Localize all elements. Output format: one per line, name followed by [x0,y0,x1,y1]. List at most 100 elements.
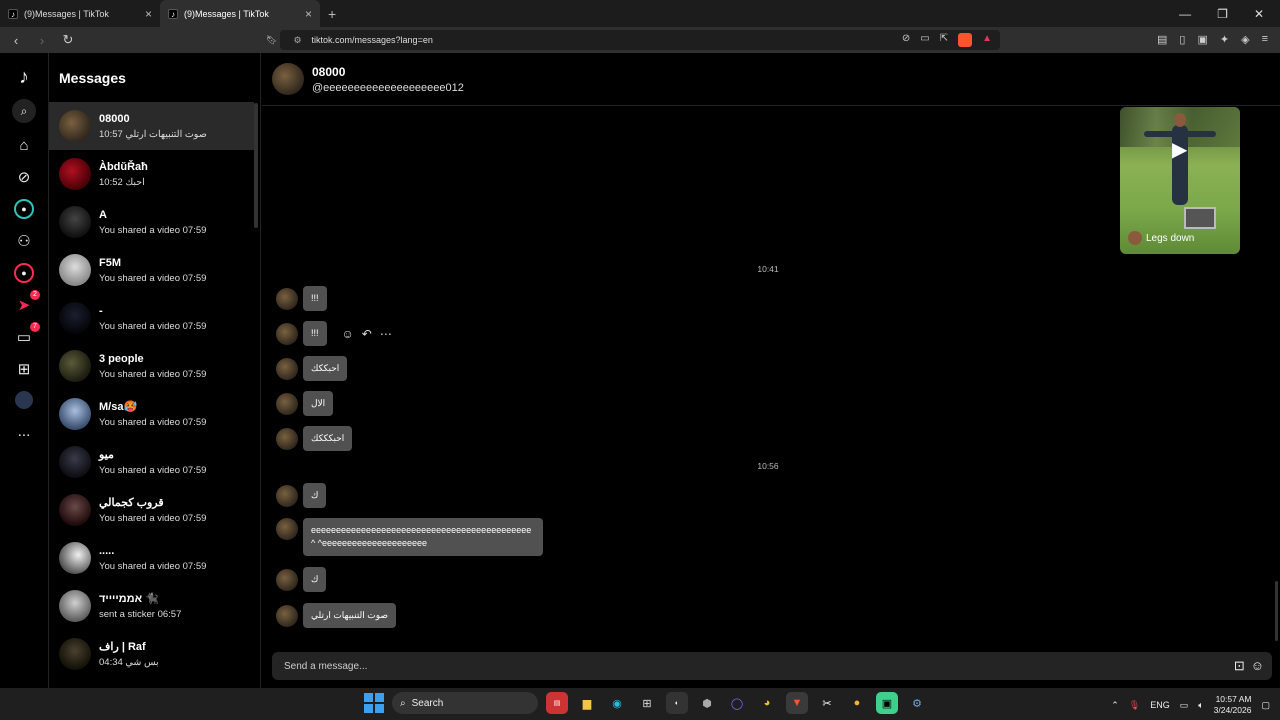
bookmark-icon[interactable]: 🔖︎ [266,35,277,46]
maximize-icon[interactable]: ❐ [1217,7,1228,21]
back-icon[interactable]: ‹ [6,33,26,48]
avatar[interactable] [276,322,298,345]
avatar[interactable] [276,484,298,507]
app-icon[interactable]: ▣ [876,692,898,714]
obs-icon[interactable]: ◯ [726,692,748,714]
avatar[interactable] [276,392,298,415]
store-icon[interactable]: ⊞ [636,692,658,714]
leo-ai-icon[interactable]: ✦ [1220,33,1229,46]
brave-rewards-icon[interactable]: ▲ [982,33,992,47]
app-icon[interactable]: ● [846,692,868,714]
avatar[interactable] [276,427,298,450]
reader-icon[interactable]: ▤ [1157,33,1167,46]
profile-avatar[interactable] [15,391,33,409]
chevron-up-icon[interactable]: ⌃ [1111,700,1119,711]
brave-shield-icon[interactable] [958,33,973,47]
avatar[interactable] [276,357,298,380]
news-app-icon[interactable]: ▤ [546,692,568,714]
image-upload-icon[interactable]: ⊡ [1234,658,1245,674]
forward-icon[interactable]: › [32,33,52,48]
live-icon[interactable]: ● [14,263,34,283]
steam-icon[interactable]: ⚙ [906,692,928,714]
share-icon[interactable]: ⇱ [940,33,948,47]
file-explorer-icon[interactable]: ▆ [576,692,598,714]
react-emoji-icon[interactable]: ☺ [342,327,354,341]
message-bubble[interactable]: احبكككك [303,426,353,451]
message-bubble[interactable]: !!! [303,286,327,311]
message-bubble[interactable]: ك [303,483,327,508]
conversation-item[interactable]: راف | Raf بس شي 04:34 [49,630,260,678]
window-close-icon[interactable]: ✕ [1254,7,1264,21]
vpn-icon[interactable]: ◈ [1241,33,1249,46]
taskbar-search[interactable]: ⌕ Search [392,692,538,714]
minimize-icon[interactable]: — [1179,7,1191,21]
avatar[interactable] [276,604,298,627]
message-bubble[interactable]: احبككك [303,356,348,381]
following-icon[interactable]: ● [14,199,34,219]
conversation-item[interactable]: 3 people You shared a video 07:59 [49,342,260,390]
tab-close-icon[interactable]: × [305,7,312,21]
messages-icon[interactable]: ➤ 2 [14,290,40,315]
conversation-scrollbar[interactable] [254,103,258,228]
clock[interactable]: 10:57 AM 3/24/2026 [1214,694,1252,716]
conversation-item[interactable]: قروب كجمالي You shared a video 07:59 [49,486,260,534]
translate-icon[interactable]: ⊘ [902,33,910,47]
chat-scrollbar[interactable] [1275,581,1278,641]
more-options-icon[interactable]: ⋯ [380,327,392,341]
emoji-icon[interactable]: ☺ [1251,658,1264,674]
inbox-icon[interactable]: ▭ 7 [14,322,40,347]
search-icon[interactable]: ⌕ [12,99,36,123]
conversation-item[interactable]: M/sa🥵 You shared a video 07:59 [49,390,260,438]
url-field[interactable]: 🔖︎ ⚙ tiktok.com/messages?lang=en ⊘ ▭ ⇱ ▲ [266,30,1000,50]
microphone-icon[interactable]: 🎙︎ [1129,700,1140,711]
cast-icon[interactable]: ▭ [920,33,929,47]
browser-tab-active[interactable]: ♪ (9)Messages | TikTok × [160,0,320,27]
reply-icon[interactable]: ↶ [362,327,372,341]
message-bubble[interactable]: صوت التنبيهات ارتلي [303,603,397,628]
conversation-item[interactable]: ..... You shared a video 07:59 [49,534,260,582]
edge-icon[interactable]: ◉ [606,692,628,714]
conversation-item[interactable]: A You shared a video 07:59 [49,198,260,246]
upload-icon[interactable]: ⊞ [14,359,34,379]
menu-icon[interactable]: ≡ [1262,33,1268,46]
avatar[interactable] [276,518,298,540]
volume-icon[interactable]: 🔈︎ [1198,700,1203,711]
conversation-item[interactable]: 08000 صوت التنبيهات ارتلي 10:57 [49,102,254,150]
message-bubble[interactable]: الال [303,391,334,416]
conversation-item[interactable]: - You shared a video 07:59 [49,294,260,342]
conversation-item[interactable]: אממייייד 🐈‍⬛ sent a sticker 06:57 [49,582,260,630]
message-bubble[interactable]: !!! [303,321,327,346]
explore-icon[interactable]: ⊘ [14,167,34,187]
conversation-item[interactable]: F5M You shared a video 07:59 [49,246,260,294]
tab-close-icon[interactable]: × [145,7,152,21]
windows-start-icon[interactable] [364,693,384,713]
network-icon[interactable]: ▭ [1180,700,1189,711]
reload-icon[interactable]: ↻ [58,32,78,48]
wallet-icon[interactable]: ▣ [1197,33,1207,46]
brave-icon[interactable]: ▼ [786,692,808,714]
conversation-item[interactable]: ÀbdŭŘaħ احبك 10:52 [49,150,260,198]
chrome-icon[interactable]: ◕ [756,692,778,714]
app-icon[interactable]: ⬢ [696,692,718,714]
friends-icon[interactable]: ⚇ [14,231,34,251]
avatar[interactable] [276,568,298,591]
notifications-icon[interactable]: ▢ [1261,700,1270,711]
language-indicator[interactable]: ENG [1150,700,1170,710]
capcut-icon[interactable]: ✂ [816,692,838,714]
play-icon[interactable]: ▶ [1172,137,1187,162]
shared-video-card[interactable]: ▶ Legs down [1120,107,1240,254]
site-info-icon[interactable]: ⚙ [293,35,301,46]
app-icon[interactable]: ◐ [666,692,688,714]
tiktok-logo-icon[interactable]: ♪ [14,66,34,88]
home-icon[interactable]: ⌂ [14,135,34,155]
sidebar-icon[interactable]: ▯ [1179,33,1185,46]
chat-name[interactable]: 08000 [312,65,464,79]
chat-avatar[interactable] [272,63,304,95]
more-icon[interactable]: ... [14,421,34,441]
avatar[interactable] [276,287,298,310]
message-bubble[interactable]: ك [303,567,327,592]
new-tab-icon[interactable]: + [328,6,336,22]
message-input[interactable]: Send a message... ⊡ ☺ [272,652,1272,680]
conversation-item[interactable]: ميو You shared a video 07:59 [49,438,260,486]
browser-tab[interactable]: ♪ (9)Messages | TikTok × [0,0,160,27]
